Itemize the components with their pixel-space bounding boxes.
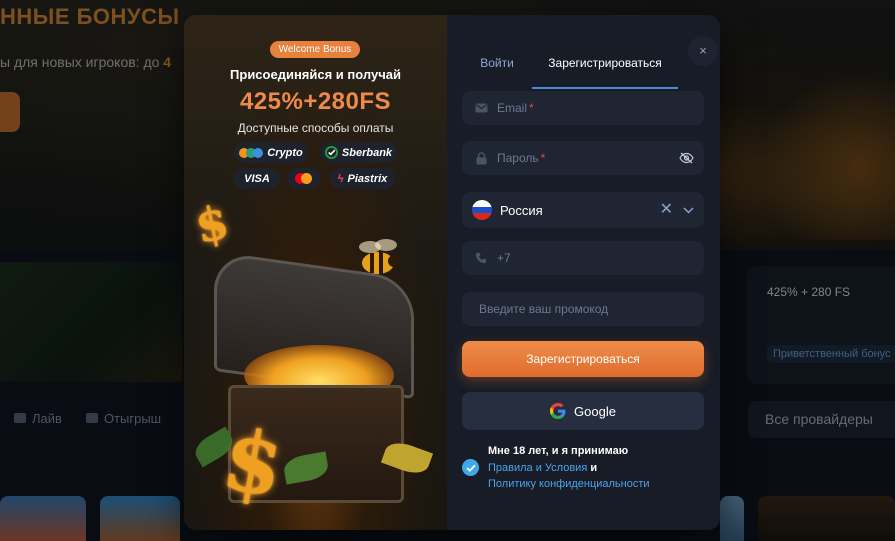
- mail-icon: [473, 100, 489, 116]
- lock-icon: [473, 150, 489, 166]
- password-placeholder: Пароль *: [497, 151, 546, 165]
- tab-register[interactable]: Зарегистрироваться: [532, 51, 678, 89]
- tab-login[interactable]: Войти: [462, 51, 532, 89]
- country-value: Россия: [500, 202, 543, 218]
- consent-statement: Мне 18 лет, и я принимаю: [488, 445, 629, 457]
- google-signin-button[interactable]: Google: [462, 392, 704, 430]
- clear-icon[interactable]: ✕: [660, 202, 673, 218]
- phone-icon: [473, 250, 489, 266]
- email-placeholder: Email *: [497, 101, 534, 115]
- auth-tabs: Войти Зарегистрироваться: [462, 51, 678, 89]
- chevron-down-icon[interactable]: [683, 206, 694, 214]
- registration-form-content: × Войти Зарегистрироваться Email * Пароль…: [184, 15, 720, 530]
- phone-placeholder: +7: [497, 251, 511, 265]
- consent-and: и: [590, 461, 598, 474]
- password-field[interactable]: Пароль *: [462, 141, 704, 175]
- close-button[interactable]: ×: [688, 36, 718, 66]
- promo-code-field[interactable]: Введите ваш промокод: [462, 292, 704, 326]
- phone-field[interactable]: +7: [462, 241, 704, 275]
- register-button[interactable]: Зарегистрироваться: [462, 341, 704, 377]
- consent-checkbox[interactable]: [462, 459, 479, 476]
- email-field[interactable]: Email *: [462, 91, 704, 125]
- consent-text: Мне 18 лет, и я принимаю Правила и Услов…: [488, 443, 650, 493]
- google-label: Google: [574, 403, 616, 419]
- google-icon: [550, 403, 566, 419]
- terms-link[interactable]: Правила и Условия: [488, 462, 587, 474]
- age-consent: Мне 18 лет, и я принимаю Правила и Услов…: [462, 443, 704, 493]
- close-icon: ×: [699, 43, 707, 58]
- country-select[interactable]: Россия ✕: [462, 192, 704, 228]
- promo-code-placeholder: Введите ваш промокод: [479, 302, 609, 316]
- privacy-link[interactable]: Политику конфиденциальности: [488, 478, 650, 490]
- russia-flag-icon: [472, 200, 492, 220]
- eye-off-icon[interactable]: [679, 152, 694, 164]
- checkmark-icon: [465, 464, 476, 472]
